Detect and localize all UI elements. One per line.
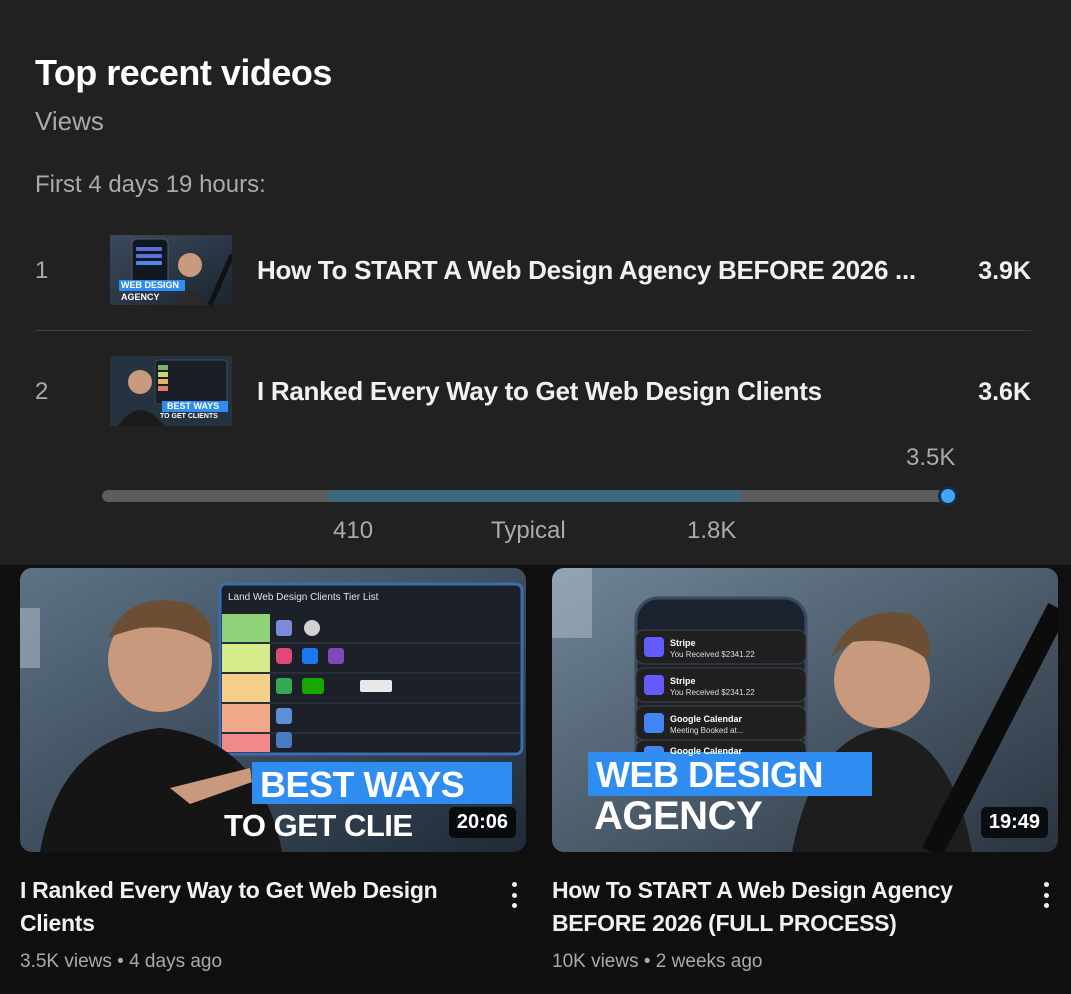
thumb-tier-title: Land Web Design Clients Tier List: [228, 592, 379, 603]
current-value-marker: [938, 486, 958, 506]
current-value-label: 3.5K: [906, 444, 956, 471]
thumb-banner-2: TO GET CLIE: [224, 808, 413, 843]
video-title[interactable]: I Ranked Every Way to Get Web Design Cli…: [20, 874, 470, 940]
thumb-banner-1: BEST WAYS: [260, 764, 465, 805]
duration-badge: 19:49: [980, 807, 1048, 838]
video-thumbnail[interactable]: Land Web Design Clients Tier List BEST W…: [20, 568, 526, 852]
period-label: First 4 days 19 hours:: [35, 171, 266, 198]
row-divider: [35, 330, 1031, 331]
thumb-text-1: WEB DESIGN: [121, 280, 180, 290]
thumb-banner-2: AGENCY: [594, 794, 763, 838]
video-card[interactable]: Stripe You Received $2341.22 Stripe You …: [552, 568, 1058, 972]
notification-text: You Received $2341.22: [670, 650, 755, 659]
ranking-video-title[interactable]: How To START A Web Design Agency BEFORE …: [257, 255, 937, 286]
notification-text: Meeting Booked at...: [670, 726, 744, 735]
top-recent-videos-card: Top recent videos Views First 4 days 19 …: [0, 0, 1071, 565]
typical-range-bar: [328, 490, 742, 502]
video-title[interactable]: How To START A Web Design Agency BEFORE …: [552, 874, 1002, 940]
video-thumbnail[interactable]: WEB DESIGN AGENCY: [110, 235, 232, 305]
ranking-views: 3.9K: [978, 257, 1031, 285]
video-meta: 10K views • 2 weeks ago: [552, 951, 763, 972]
video-thumbnail[interactable]: BEST WAYS TO GET CLIENTS: [110, 356, 232, 426]
video-card[interactable]: Land Web Design Clients Tier List BEST W…: [20, 568, 526, 972]
video-thumbnail[interactable]: Stripe You Received $2341.22 Stripe You …: [552, 568, 1058, 852]
typical-low-label: 410: [333, 517, 374, 544]
ranking-video-title[interactable]: I Ranked Every Way to Get Web Design Cli…: [257, 376, 937, 407]
more-options-icon[interactable]: [1034, 880, 1058, 910]
thumb-text-2: TO GET CLIENTS: [160, 413, 218, 420]
typical-high-label: 1.8K: [687, 517, 737, 544]
thumb-text-1: BEST WAYS: [167, 401, 220, 411]
typical-label: Typical: [491, 517, 566, 544]
notification-app: Google Calendar: [670, 714, 743, 724]
notification-app: Stripe: [670, 638, 696, 648]
notification-app: Stripe: [670, 676, 696, 686]
rank-number: 1: [35, 257, 49, 284]
ranking-views: 3.6K: [978, 378, 1031, 406]
ranking-row[interactable]: 1 WEB DESIGN AGENCY How To START A Web D…: [35, 235, 1031, 307]
metric-label: Views: [35, 106, 104, 136]
thumb-banner-1: WEB DESIGN: [596, 754, 824, 795]
duration-badge: 20:06: [448, 807, 516, 838]
ranking-row[interactable]: 2 BEST WAYS TO GET CLIENTS I Ranked Ever…: [35, 356, 1031, 428]
notification-text: You Received $2341.22: [670, 688, 755, 697]
more-options-icon[interactable]: [502, 880, 526, 910]
card-title: Top recent videos: [35, 52, 332, 93]
thumb-text-2: AGENCY: [121, 292, 160, 302]
video-meta: 3.5K views • 4 days ago: [20, 951, 223, 972]
rank-number: 2: [35, 378, 49, 405]
